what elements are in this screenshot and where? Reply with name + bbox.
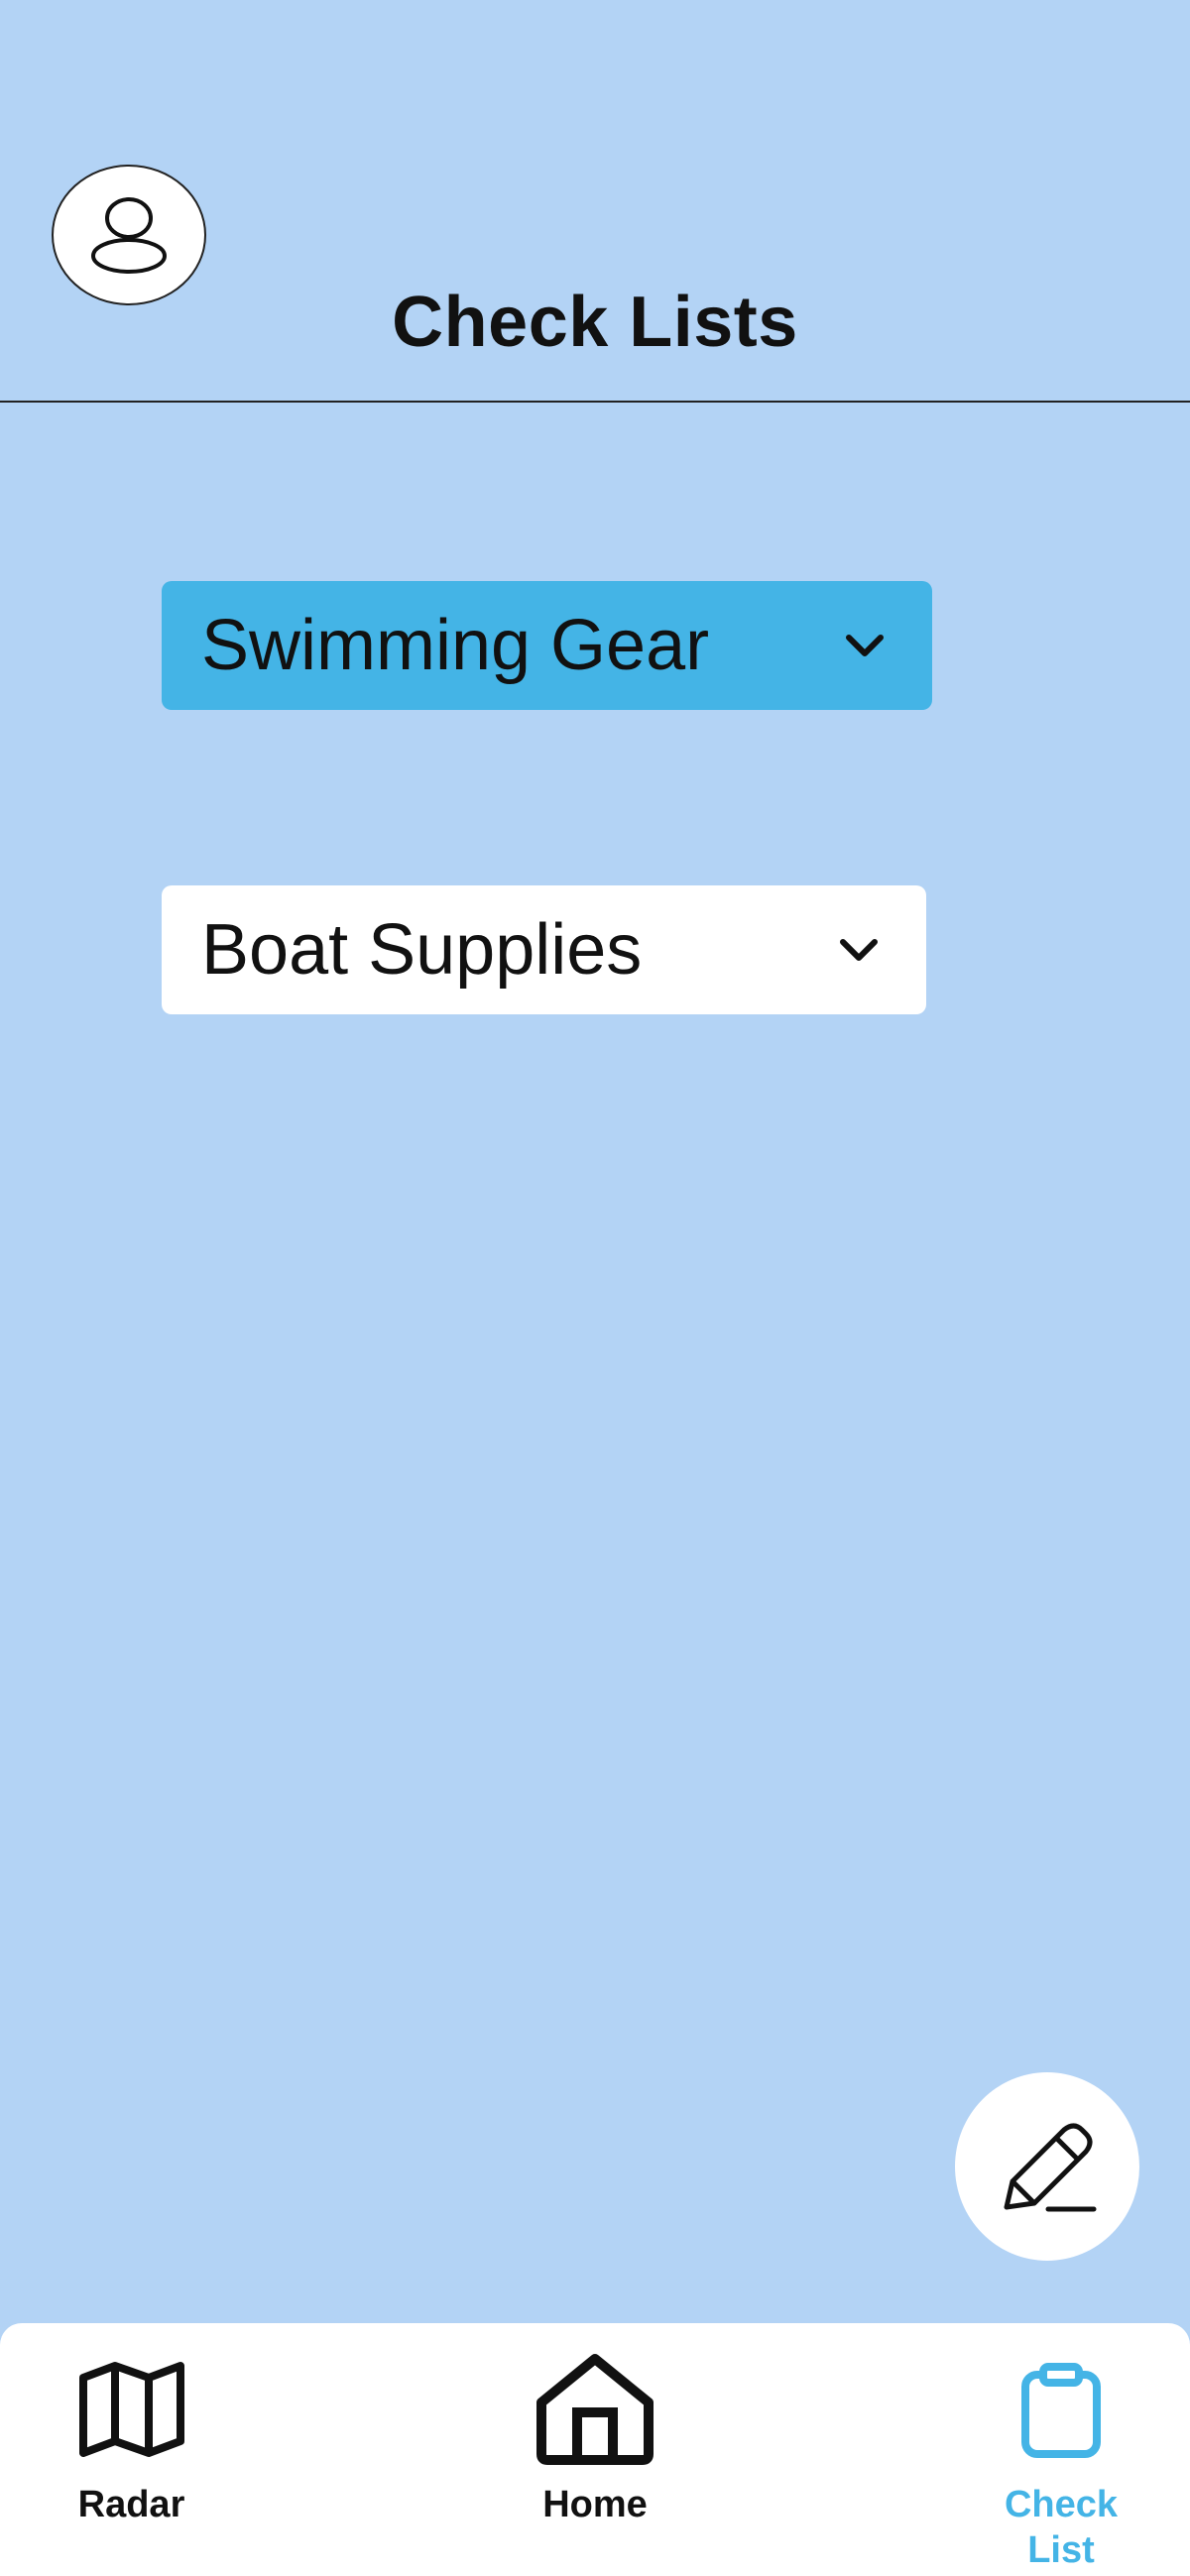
- nav-label-line: List: [1027, 2529, 1095, 2571]
- checklist-dropdown-swimming-gear[interactable]: Swimming Gear: [162, 581, 932, 710]
- nav-item-check-list[interactable]: Check List: [972, 2323, 1150, 2576]
- chevron-down-icon: [840, 939, 878, 961]
- nav-label-home: Home: [542, 2484, 648, 2525]
- checklist-dropdown-boat-supplies[interactable]: Boat Supplies: [162, 885, 926, 1014]
- page-title: Check Lists: [392, 283, 798, 362]
- dropdown-label: Boat Supplies: [201, 910, 643, 990]
- dropdown-label: Swimming Gear: [201, 606, 710, 685]
- chevron-down-icon: [846, 635, 884, 656]
- nav-label-radar: Radar: [77, 2484, 185, 2525]
- home-icon: [536, 2354, 654, 2465]
- edit-fab-button[interactable]: [955, 2072, 1139, 2261]
- nav-label-line: Check: [1004, 2484, 1119, 2525]
- header-divider: [0, 401, 1190, 403]
- nav-item-radar[interactable]: Radar: [40, 2323, 223, 2576]
- bottom-navigation: Radar Home Check List: [0, 2323, 1190, 2576]
- pencil-icon: [1004, 2123, 1097, 2212]
- map-icon: [78, 2362, 184, 2457]
- clipboard-icon: [1021, 2363, 1101, 2458]
- nav-item-home[interactable]: Home: [501, 2323, 689, 2576]
- user-icon: [91, 197, 167, 274]
- nav-label-check-list: Check List: [972, 2482, 1150, 2573]
